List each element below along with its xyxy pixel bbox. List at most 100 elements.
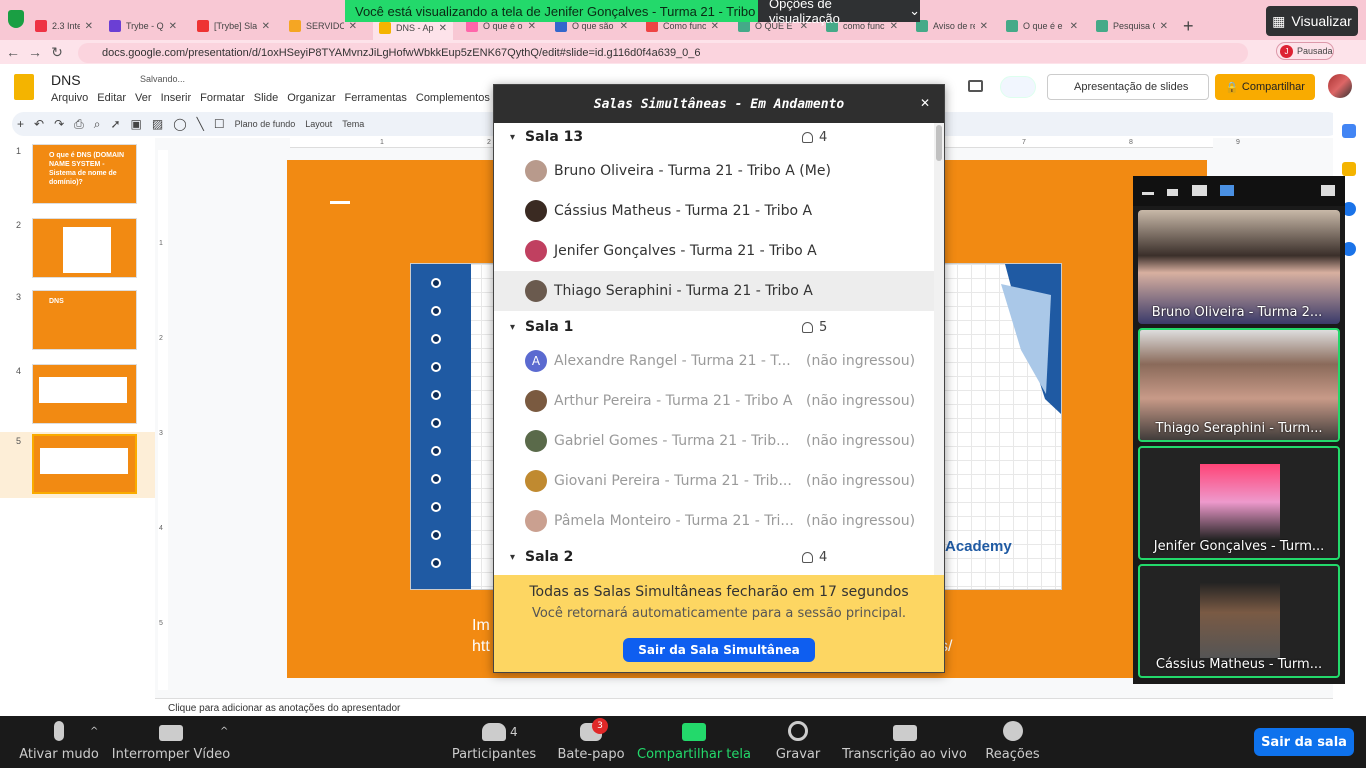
leave-breakout-button[interactable]: Sair da Sala Simultânea [623, 638, 815, 662]
mute-options-caret[interactable]: ^ [90, 726, 98, 737]
menu-item[interactable]: Complementos [416, 92, 490, 104]
ruler-label: 2 [159, 335, 163, 342]
gallery-view-icon[interactable] [1220, 185, 1234, 196]
breakout-member[interactable]: Pâmela Monteiro - Turma 21 - Tri... (não … [494, 501, 934, 541]
close-tab-icon[interactable]: ✕ [349, 21, 357, 32]
menu-item[interactable]: Editar [97, 92, 126, 104]
reload-icon[interactable]: ↻ [48, 44, 66, 61]
breakout-room-header[interactable]: ▾ Sala 24 [494, 543, 934, 571]
ruler-label: 9 [1236, 139, 1240, 146]
breakout-member[interactable]: Giovani Pereira - Turma 21 - Trib... (não… [494, 461, 934, 501]
textbox-icon[interactable]: ▣ [131, 117, 142, 131]
close-tab-icon[interactable]: ✕ [1070, 21, 1078, 32]
chevron-down-icon[interactable]: ▾ [510, 132, 515, 143]
video-tile[interactable]: Jenifer Gonçalves - Turm... [1138, 446, 1340, 560]
menu-item[interactable]: Organizar [287, 92, 335, 104]
profile-chip[interactable]: J Pausada [1276, 42, 1334, 60]
video-options-caret[interactable]: ^ [220, 726, 228, 737]
exit-panel-icon[interactable] [1321, 185, 1335, 196]
close-tab-icon[interactable]: ✕ [1160, 21, 1168, 32]
close-tab-icon[interactable]: ✕ [528, 21, 536, 32]
undo-icon[interactable]: ↶ [34, 117, 44, 131]
visualizar-button[interactable]: ▦ Visualizar [1266, 6, 1358, 36]
comment-icon[interactable] [968, 80, 983, 92]
avatar[interactable] [1328, 74, 1352, 98]
minimize-icon[interactable] [1142, 192, 1154, 195]
browser-tab[interactable]: Trybe - Qui✕ [103, 16, 183, 36]
present-button[interactable]: Apresentação de slides [1047, 74, 1209, 100]
menu-item[interactable]: Ferramentas [345, 92, 407, 104]
close-tab-icon[interactable]: ✕ [620, 21, 628, 32]
breakout-room-header[interactable]: ▾ Sala 13 4 [494, 123, 934, 151]
menu-item[interactable]: Inserir [161, 92, 192, 104]
menu-item[interactable]: Slide [254, 92, 278, 104]
browser-tab[interactable]: [Trybe] Slac✕ [191, 16, 276, 36]
breakout-member[interactable]: Cássius Matheus - Turma 21 - Tribo A [494, 191, 934, 231]
video-tile[interactable]: Bruno Oliveira - Turma 2... [1138, 210, 1340, 324]
breakout-room-header[interactable]: ▾ Sala 15 [494, 313, 934, 341]
breakout-member[interactable]: Thiago Seraphini - Turma 21 - Tribo A [494, 271, 934, 311]
browser-tab[interactable]: Aviso de re ✕ [910, 16, 994, 36]
browser-tab[interactable]: 2.3 Interne✕ [29, 16, 99, 36]
chevron-down-icon[interactable]: ▾ [510, 322, 515, 333]
close-tab-icon[interactable]: ✕ [85, 21, 93, 32]
slides-logo-icon[interactable] [14, 74, 34, 100]
address-bar[interactable]: docs.google.com/presentation/d/1oxHSeyiP… [78, 43, 1248, 63]
forward-icon[interactable]: → [26, 44, 44, 60]
close-tab-icon[interactable]: ✕ [980, 21, 988, 32]
image-icon[interactable]: ▨ [152, 117, 163, 131]
print-icon[interactable]: ⎙ [74, 117, 84, 132]
back-icon[interactable]: ← [4, 44, 22, 60]
video-tile[interactable]: Cássius Matheus - Turm... [1138, 564, 1340, 678]
record-button[interactable]: Gravar [776, 716, 820, 768]
mute-button[interactable]: Ativar mudo [19, 716, 99, 768]
leave-room-button[interactable]: Sair da sala [1254, 728, 1354, 756]
breakout-member[interactable]: Jenifer Gonçalves - Turma 21 - Tribo A [494, 231, 934, 271]
thumbnail-image [32, 434, 137, 494]
browser-tab[interactable]: Pesquisa Go✕ [1090, 16, 1174, 36]
close-icon[interactable]: ✕ [920, 96, 930, 110]
scrollbar[interactable] [934, 123, 944, 575]
speaker-notes[interactable]: Clique para adicionar as anotações do ap… [155, 698, 1333, 716]
speaker-view-icon[interactable] [1192, 185, 1207, 196]
live-transcript-button[interactable]: Transcrição ao vivo [842, 716, 967, 768]
shape-icon[interactable]: ◯ [173, 117, 186, 131]
view-options-button[interactable]: Opções de visualização ⌄ [758, 0, 920, 26]
theme-button[interactable]: Tema [342, 119, 364, 129]
redo-icon[interactable]: ↷ [54, 117, 64, 131]
breakout-member[interactable]: Bruno Oliveira - Turma 21 - Tribo A (Me) [494, 151, 934, 191]
zoom-icon[interactable]: ⌕ [94, 117, 101, 132]
share-button[interactable]: 🔒 Compartilhar [1215, 74, 1315, 100]
calendar-icon[interactable] [1342, 124, 1356, 138]
close-tab-icon[interactable]: ✕ [169, 21, 177, 32]
video-tile[interactable]: Thiago Seraphini - Turm... [1138, 328, 1340, 442]
breakout-member[interactable]: Arthur Pereira - Turma 21 - Tribo A (não … [494, 381, 934, 421]
chat-button[interactable]: Bate-papo [557, 716, 625, 768]
close-tab-icon[interactable]: ✕ [262, 21, 270, 32]
menu-item[interactable]: Arquivo [51, 92, 88, 104]
close-tab-icon[interactable]: ✕ [439, 23, 447, 34]
add-icon[interactable]: + [17, 117, 24, 131]
reactions-button[interactable]: Reações [985, 716, 1040, 768]
participants-button[interactable]: Participantes [452, 716, 536, 768]
breakout-member[interactable]: A Alexandre Rangel - Turma 21 - T... (não … [494, 341, 934, 381]
meet-icon[interactable] [1000, 76, 1036, 98]
browser-tab[interactable]: O que é e c✕ [1000, 16, 1084, 36]
layout-button[interactable]: Layout [305, 119, 332, 129]
room-participant-count: 4 [802, 550, 827, 565]
stop-video-button[interactable]: Interromper Vídeo [112, 716, 230, 768]
thumbnail-view-icon[interactable] [1167, 189, 1178, 196]
line-icon[interactable]: ╲ [197, 117, 204, 131]
menu-item[interactable]: Formatar [200, 92, 245, 104]
share-screen-button[interactable]: Compartilhar tela [637, 716, 751, 768]
comment-add-icon[interactable]: ☐ [214, 117, 225, 131]
breakout-member[interactable]: Gabriel Gomes - Turma 21 - Trib... (não i… [494, 421, 934, 461]
select-icon[interactable]: ➚ [110, 117, 120, 131]
close-tab-icon[interactable]: ✕ [711, 21, 719, 32]
background-button[interactable]: Plano de fundo [235, 119, 296, 129]
doc-title[interactable]: DNS [51, 72, 81, 88]
menu-item[interactable]: Ver [135, 92, 152, 104]
chevron-down-icon[interactable]: ▾ [510, 552, 515, 563]
new-tab-icon[interactable]: + [1183, 16, 1194, 37]
keep-icon[interactable] [1342, 162, 1356, 176]
